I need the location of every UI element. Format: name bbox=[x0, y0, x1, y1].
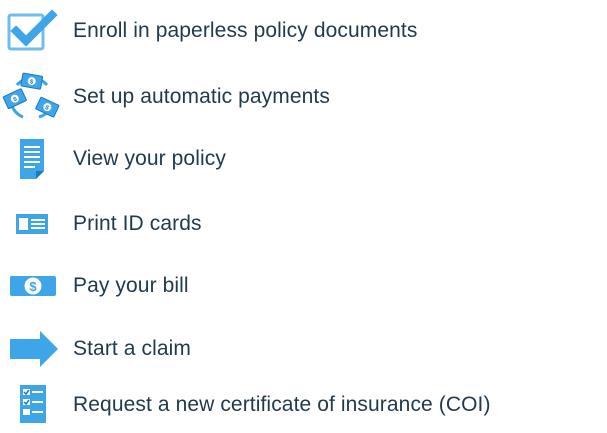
action-label: Print ID cards bbox=[73, 212, 202, 235]
svg-text:$: $ bbox=[29, 279, 37, 294]
checklist-certificate-icon bbox=[0, 377, 64, 433]
action-automatic-payments[interactable]: $ $ $ Set up automatic payments bbox=[0, 69, 607, 125]
action-pay-bill[interactable]: $ Pay your bill bbox=[0, 258, 607, 314]
action-print-id-cards[interactable]: Print ID cards bbox=[0, 196, 607, 252]
action-label: View your policy bbox=[73, 147, 226, 170]
action-enroll-paperless[interactable]: Enroll in paperless policy documents bbox=[0, 3, 607, 59]
quick-actions-list: Enroll in paperless policy documents $ $… bbox=[0, 0, 607, 432]
arrow-right-icon bbox=[0, 321, 64, 377]
action-label: Pay your bill bbox=[73, 274, 189, 297]
action-label: Enroll in paperless policy documents bbox=[73, 19, 418, 42]
action-start-claim[interactable]: Start a claim bbox=[0, 321, 607, 377]
dollar-bill-icon: $ bbox=[0, 258, 64, 314]
action-label: Start a claim bbox=[73, 337, 191, 360]
checkbox-check-icon bbox=[0, 3, 64, 59]
recurring-money-icon: $ $ $ bbox=[0, 69, 64, 125]
id-card-icon bbox=[0, 196, 64, 252]
action-label: Request a new certificate of insurance (… bbox=[73, 393, 491, 416]
action-request-coi[interactable]: Request a new certificate of insurance (… bbox=[0, 377, 607, 433]
action-view-policy[interactable]: View your policy bbox=[0, 131, 607, 187]
action-label: Set up automatic payments bbox=[73, 85, 330, 108]
document-icon bbox=[0, 131, 64, 187]
